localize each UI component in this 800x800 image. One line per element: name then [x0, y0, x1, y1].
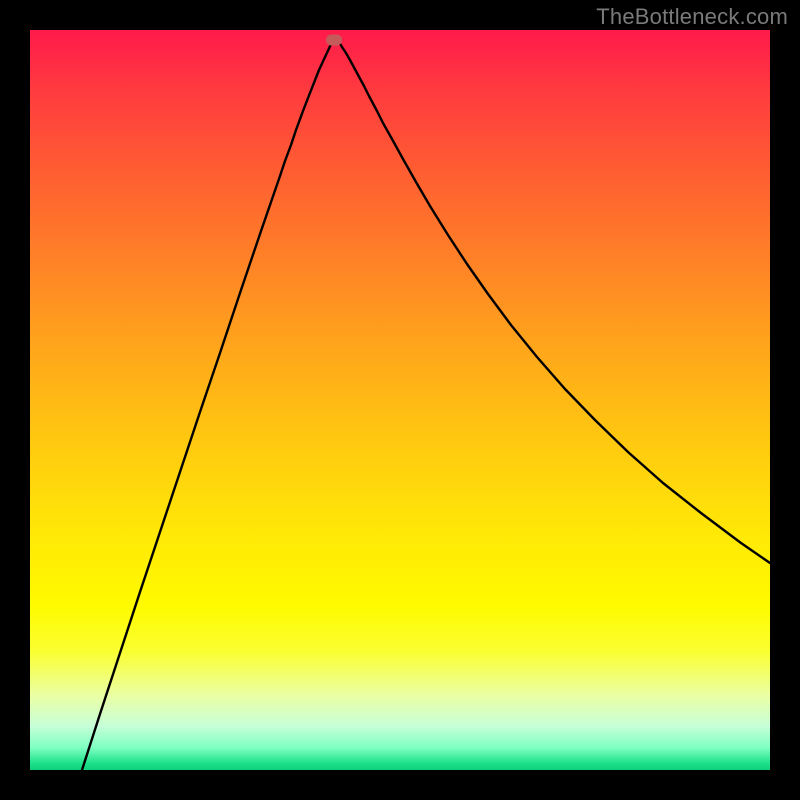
bottleneck-curve: [30, 30, 770, 770]
bottleneck-marker: [326, 35, 342, 46]
plot-area: [30, 30, 770, 770]
chart-frame: TheBottleneck.com: [0, 0, 800, 800]
watermark-text: TheBottleneck.com: [596, 4, 788, 30]
